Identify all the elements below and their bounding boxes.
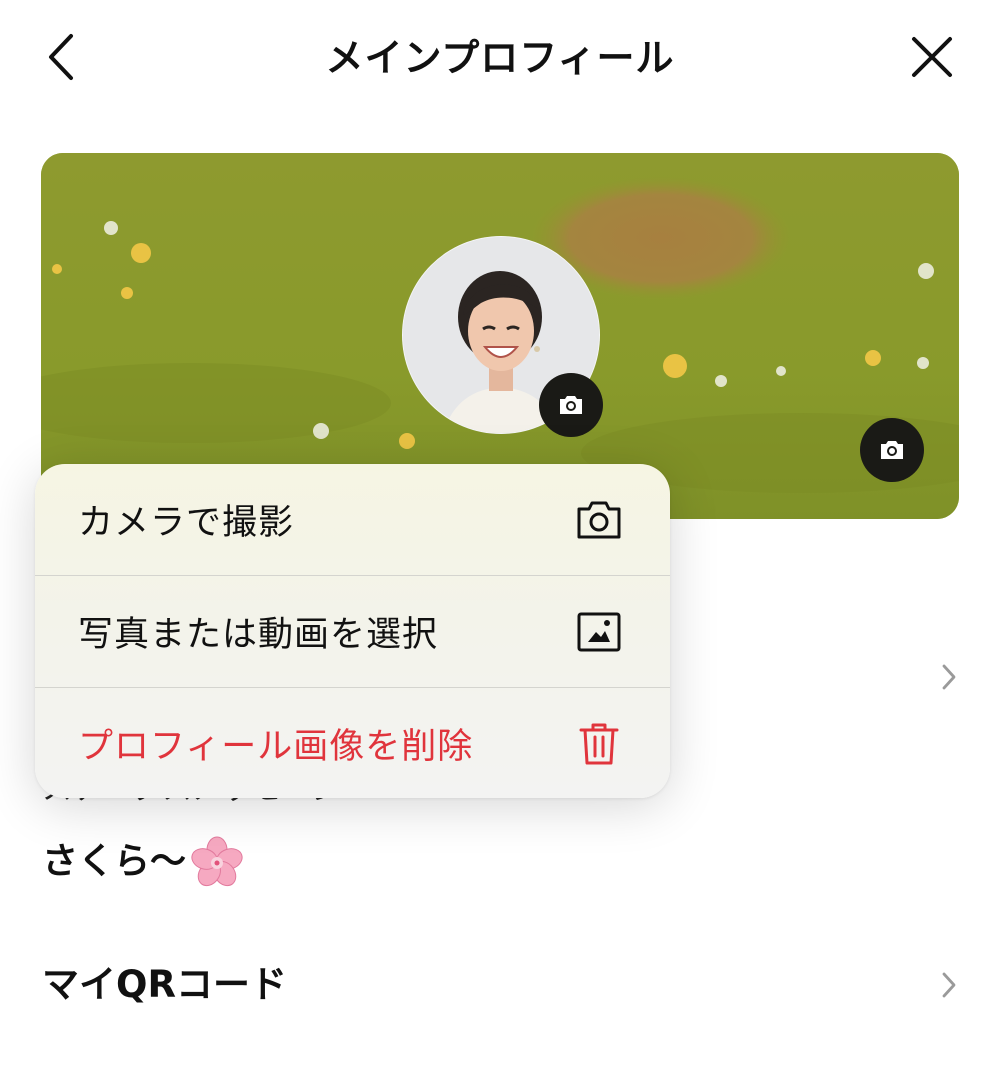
trash-icon: [574, 719, 624, 769]
header: メインプロフィール: [0, 0, 1000, 118]
name-row-chevron[interactable]: [936, 660, 962, 694]
my-qr-code-label: マイQRコード: [42, 963, 287, 1006]
avatar-camera-button[interactable]: [539, 373, 603, 437]
chevron-left-icon: [49, 34, 73, 80]
menu-item-label: 写真または動画を選択: [78, 615, 439, 655]
photo-icon: [574, 607, 624, 657]
menu-item-label: カメラで撮影: [78, 503, 295, 543]
back-button[interactable]: [30, 25, 90, 89]
status-message-value[interactable]: さくら〜: [42, 835, 244, 889]
menu-item-label: プロフィール画像を削除: [78, 727, 474, 767]
camera-icon: [881, 441, 903, 459]
sakura-icon: [191, 836, 243, 887]
status-message-text: さくら〜: [42, 841, 187, 882]
camera-icon: [574, 495, 624, 545]
profile-screen: メインプロフィール さくら〜 マイQRコード カメラで撮影 写真または動画を選択…: [0, 0, 1000, 1080]
camera-icon: [560, 396, 582, 414]
page-title: メインプロフィール: [325, 36, 675, 80]
chevron-right-icon: [942, 972, 956, 998]
photo-options-menu: カメラで撮影 写真または動画を選択 プロフィール画像を削除: [35, 464, 670, 798]
menu-item-take-photo[interactable]: カメラで撮影: [35, 464, 670, 575]
close-button[interactable]: [902, 25, 962, 89]
chevron-right-icon: [942, 664, 956, 690]
menu-item-delete-profile-image[interactable]: プロフィール画像を削除: [35, 687, 670, 798]
menu-item-choose-media[interactable]: 写真または動画を選択: [35, 575, 670, 687]
close-icon: [912, 37, 952, 77]
qr-row-chevron: [936, 968, 962, 1002]
my-qr-code-row[interactable]: マイQRコード: [0, 950, 1000, 1020]
cover-camera-button[interactable]: [860, 418, 924, 482]
